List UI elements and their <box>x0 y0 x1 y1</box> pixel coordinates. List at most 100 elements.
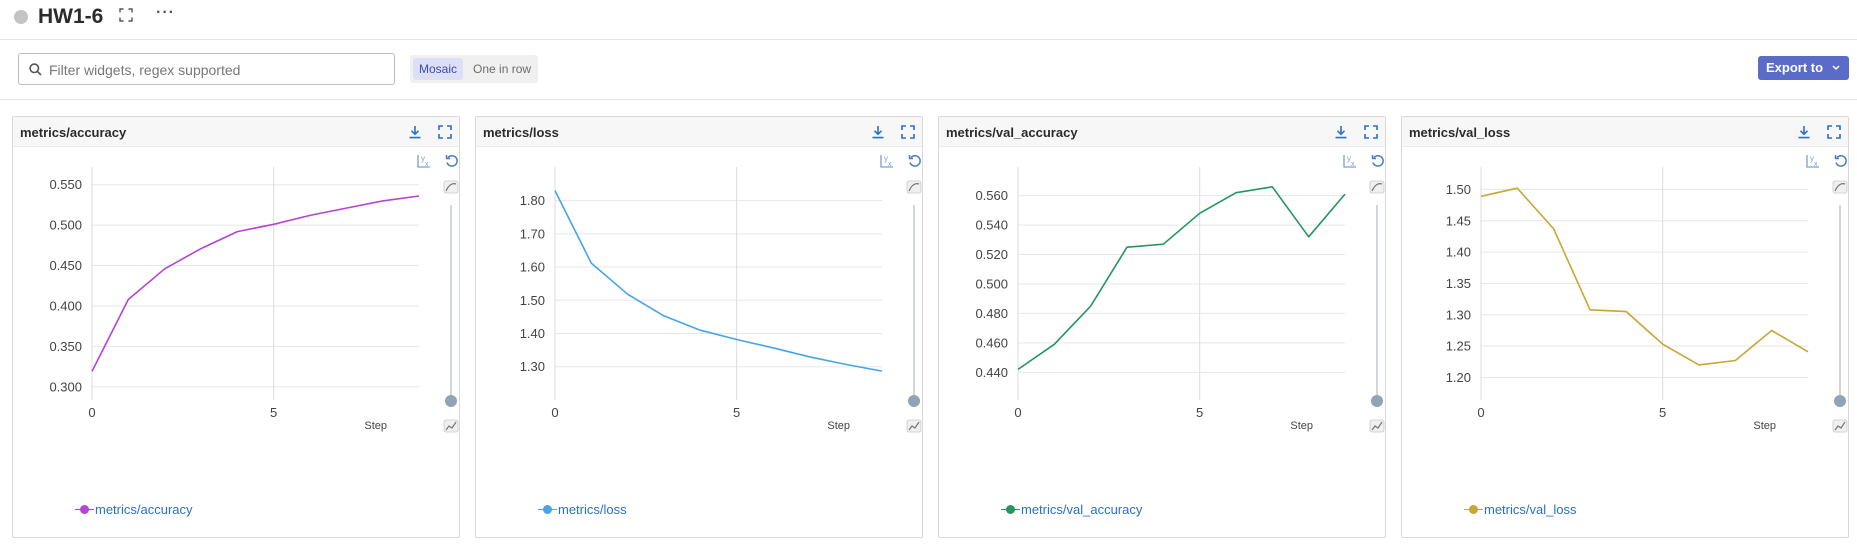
x-axis-label: Step <box>1290 420 1313 432</box>
search-input[interactable] <box>49 59 384 81</box>
line-chart: 1.30 1.40 1.50 1.60 1.70 1.80 0 5 Step yx <box>520 154 922 433</box>
smoothing-slider-handle[interactable] <box>1371 395 1383 407</box>
y-tick-label: 1.20 <box>1446 370 1471 385</box>
smoothing-icon[interactable] <box>1369 180 1385 194</box>
x-tick-label: 0 <box>551 405 558 420</box>
series-line[interactable] <box>1480 187 1809 366</box>
y-tick-label: 1.60 <box>520 260 545 275</box>
reset-zoom-icon[interactable] <box>1834 155 1847 167</box>
legend-label: metrics/val_accuracy <box>1021 502 1143 517</box>
y-tick-label: 1.40 <box>1446 245 1471 260</box>
download-icon[interactable] <box>408 125 422 144</box>
y-tick-label: 0.300 <box>49 379 82 394</box>
fullscreen-icon[interactable] <box>1827 125 1841 144</box>
axis-scale-icon[interactable]: yx <box>1806 154 1819 168</box>
legend-marker-icon <box>75 505 94 515</box>
axis-scale-icon[interactable]: yx <box>880 154 893 168</box>
chart-type-icon[interactable] <box>1832 419 1848 433</box>
y-tick-label: 1.70 <box>520 226 545 241</box>
y-tick-label: 1.45 <box>1446 213 1471 228</box>
legend-marker-icon <box>1464 505 1483 515</box>
smoothing-icon[interactable] <box>443 180 459 194</box>
svg-text:x: x <box>425 161 429 168</box>
y-tick-label: 1.80 <box>520 193 545 208</box>
x-tick-label: 0 <box>88 405 95 420</box>
x-tick-label: 5 <box>270 405 277 420</box>
y-tick-label: 0.520 <box>975 247 1008 262</box>
legend-label: metrics/val_loss <box>1484 502 1577 517</box>
line-chart: 0.300 0.350 0.400 0.450 0.500 0.550 0 5 Step yx <box>49 154 459 433</box>
y-tick-label: 0.440 <box>975 365 1008 380</box>
y-tick-label: 1.25 <box>1446 339 1471 354</box>
chart-tools: yx <box>417 154 459 433</box>
view-one-in-row-button[interactable]: One in row <box>467 58 537 80</box>
series-line[interactable] <box>1017 185 1346 371</box>
y-tick-label: 0.500 <box>49 218 82 233</box>
status-dot <box>14 10 28 24</box>
panel-header: metrics/val_accuracy <box>939 117 1385 147</box>
y-tick-label: 1.30 <box>1446 307 1471 322</box>
x-tick-label: 0 <box>1477 405 1484 420</box>
y-tick-label: 0.480 <box>975 306 1008 321</box>
y-tick-label: 0.450 <box>49 258 82 273</box>
chart-legend[interactable]: metrics/accuracy <box>75 502 193 517</box>
expand-icon[interactable] <box>119 8 135 24</box>
legend-label: metrics/loss <box>558 502 627 517</box>
page-title: HW1-6 <box>38 5 104 28</box>
reset-zoom-icon[interactable] <box>1371 155 1384 167</box>
fullscreen-icon[interactable] <box>438 125 452 144</box>
panel-header: metrics/val_loss <box>1402 117 1848 147</box>
more-options-icon[interactable]: ··· <box>156 5 175 21</box>
series-line[interactable] <box>554 190 883 372</box>
chart-tools: yx <box>880 154 922 433</box>
chart-tools: yx <box>1343 154 1385 433</box>
search-icon <box>29 63 42 76</box>
export-to-button[interactable]: Export to <box>1758 56 1849 80</box>
chart-type-icon[interactable] <box>906 419 922 433</box>
chart-type-icon[interactable] <box>443 419 459 433</box>
title-bar: HW1-6 ··· <box>0 0 1857 40</box>
y-tick-label: 1.30 <box>520 359 545 374</box>
view-mode-toggle: Mosaic One in row <box>410 55 538 83</box>
reset-zoom-icon[interactable] <box>445 155 458 167</box>
chart-legend[interactable]: metrics/val_loss <box>1464 502 1577 517</box>
y-tick-label: 0.550 <box>49 177 82 192</box>
filter-widgets-field[interactable] <box>18 53 395 85</box>
smoothing-slider-handle[interactable] <box>445 395 457 407</box>
smoothing-slider-handle[interactable] <box>1834 395 1846 407</box>
y-tick-label: 0.460 <box>975 335 1008 350</box>
chart-legend[interactable]: metrics/loss <box>538 502 627 517</box>
download-icon[interactable] <box>871 125 885 144</box>
svg-text:x: x <box>888 161 892 168</box>
fullscreen-icon[interactable] <box>901 125 915 144</box>
smoothing-slider-handle[interactable] <box>908 395 920 407</box>
panel-title: metrics/loss <box>483 125 559 140</box>
line-chart: 0.440 0.460 0.480 0.500 0.520 0.540 0.560 0 5 Ste… <box>975 154 1385 433</box>
axis-scale-icon[interactable]: yx <box>1343 154 1356 168</box>
chart-panel: metrics/val_loss metrics/val_loss 1.20 1.25… <box>1401 116 1849 538</box>
y-tick-label: 1.50 <box>1446 182 1471 197</box>
y-tick-label: 0.350 <box>49 339 82 354</box>
axis-scale-icon[interactable]: yx <box>417 154 430 168</box>
x-tick-label: 5 <box>1659 405 1666 420</box>
y-tick-label: 0.500 <box>975 276 1008 291</box>
chart-legend[interactable]: metrics/val_accuracy <box>1001 502 1143 517</box>
download-icon[interactable] <box>1797 125 1811 144</box>
panel-title: metrics/accuracy <box>20 125 127 140</box>
chart-panel: metrics/val_accuracy metrics/val_accuracy… <box>938 116 1386 538</box>
reset-zoom-icon[interactable] <box>908 155 921 167</box>
smoothing-icon[interactable] <box>906 180 922 194</box>
y-tick-label: 1.35 <box>1446 276 1471 291</box>
y-tick-label: 0.540 <box>975 218 1008 233</box>
legend-marker-icon <box>1001 505 1020 515</box>
y-tick-label: 0.400 <box>49 298 82 313</box>
download-icon[interactable] <box>1334 125 1348 144</box>
svg-text:x: x <box>1351 161 1355 168</box>
chart-type-icon[interactable] <box>1369 419 1385 433</box>
y-tick-label: 1.50 <box>520 293 545 308</box>
series-line[interactable] <box>91 195 420 372</box>
view-mosaic-button[interactable]: Mosaic <box>413 58 464 80</box>
x-tick-label: 5 <box>1196 405 1203 420</box>
smoothing-icon[interactable] <box>1832 180 1848 194</box>
fullscreen-icon[interactable] <box>1364 125 1378 144</box>
